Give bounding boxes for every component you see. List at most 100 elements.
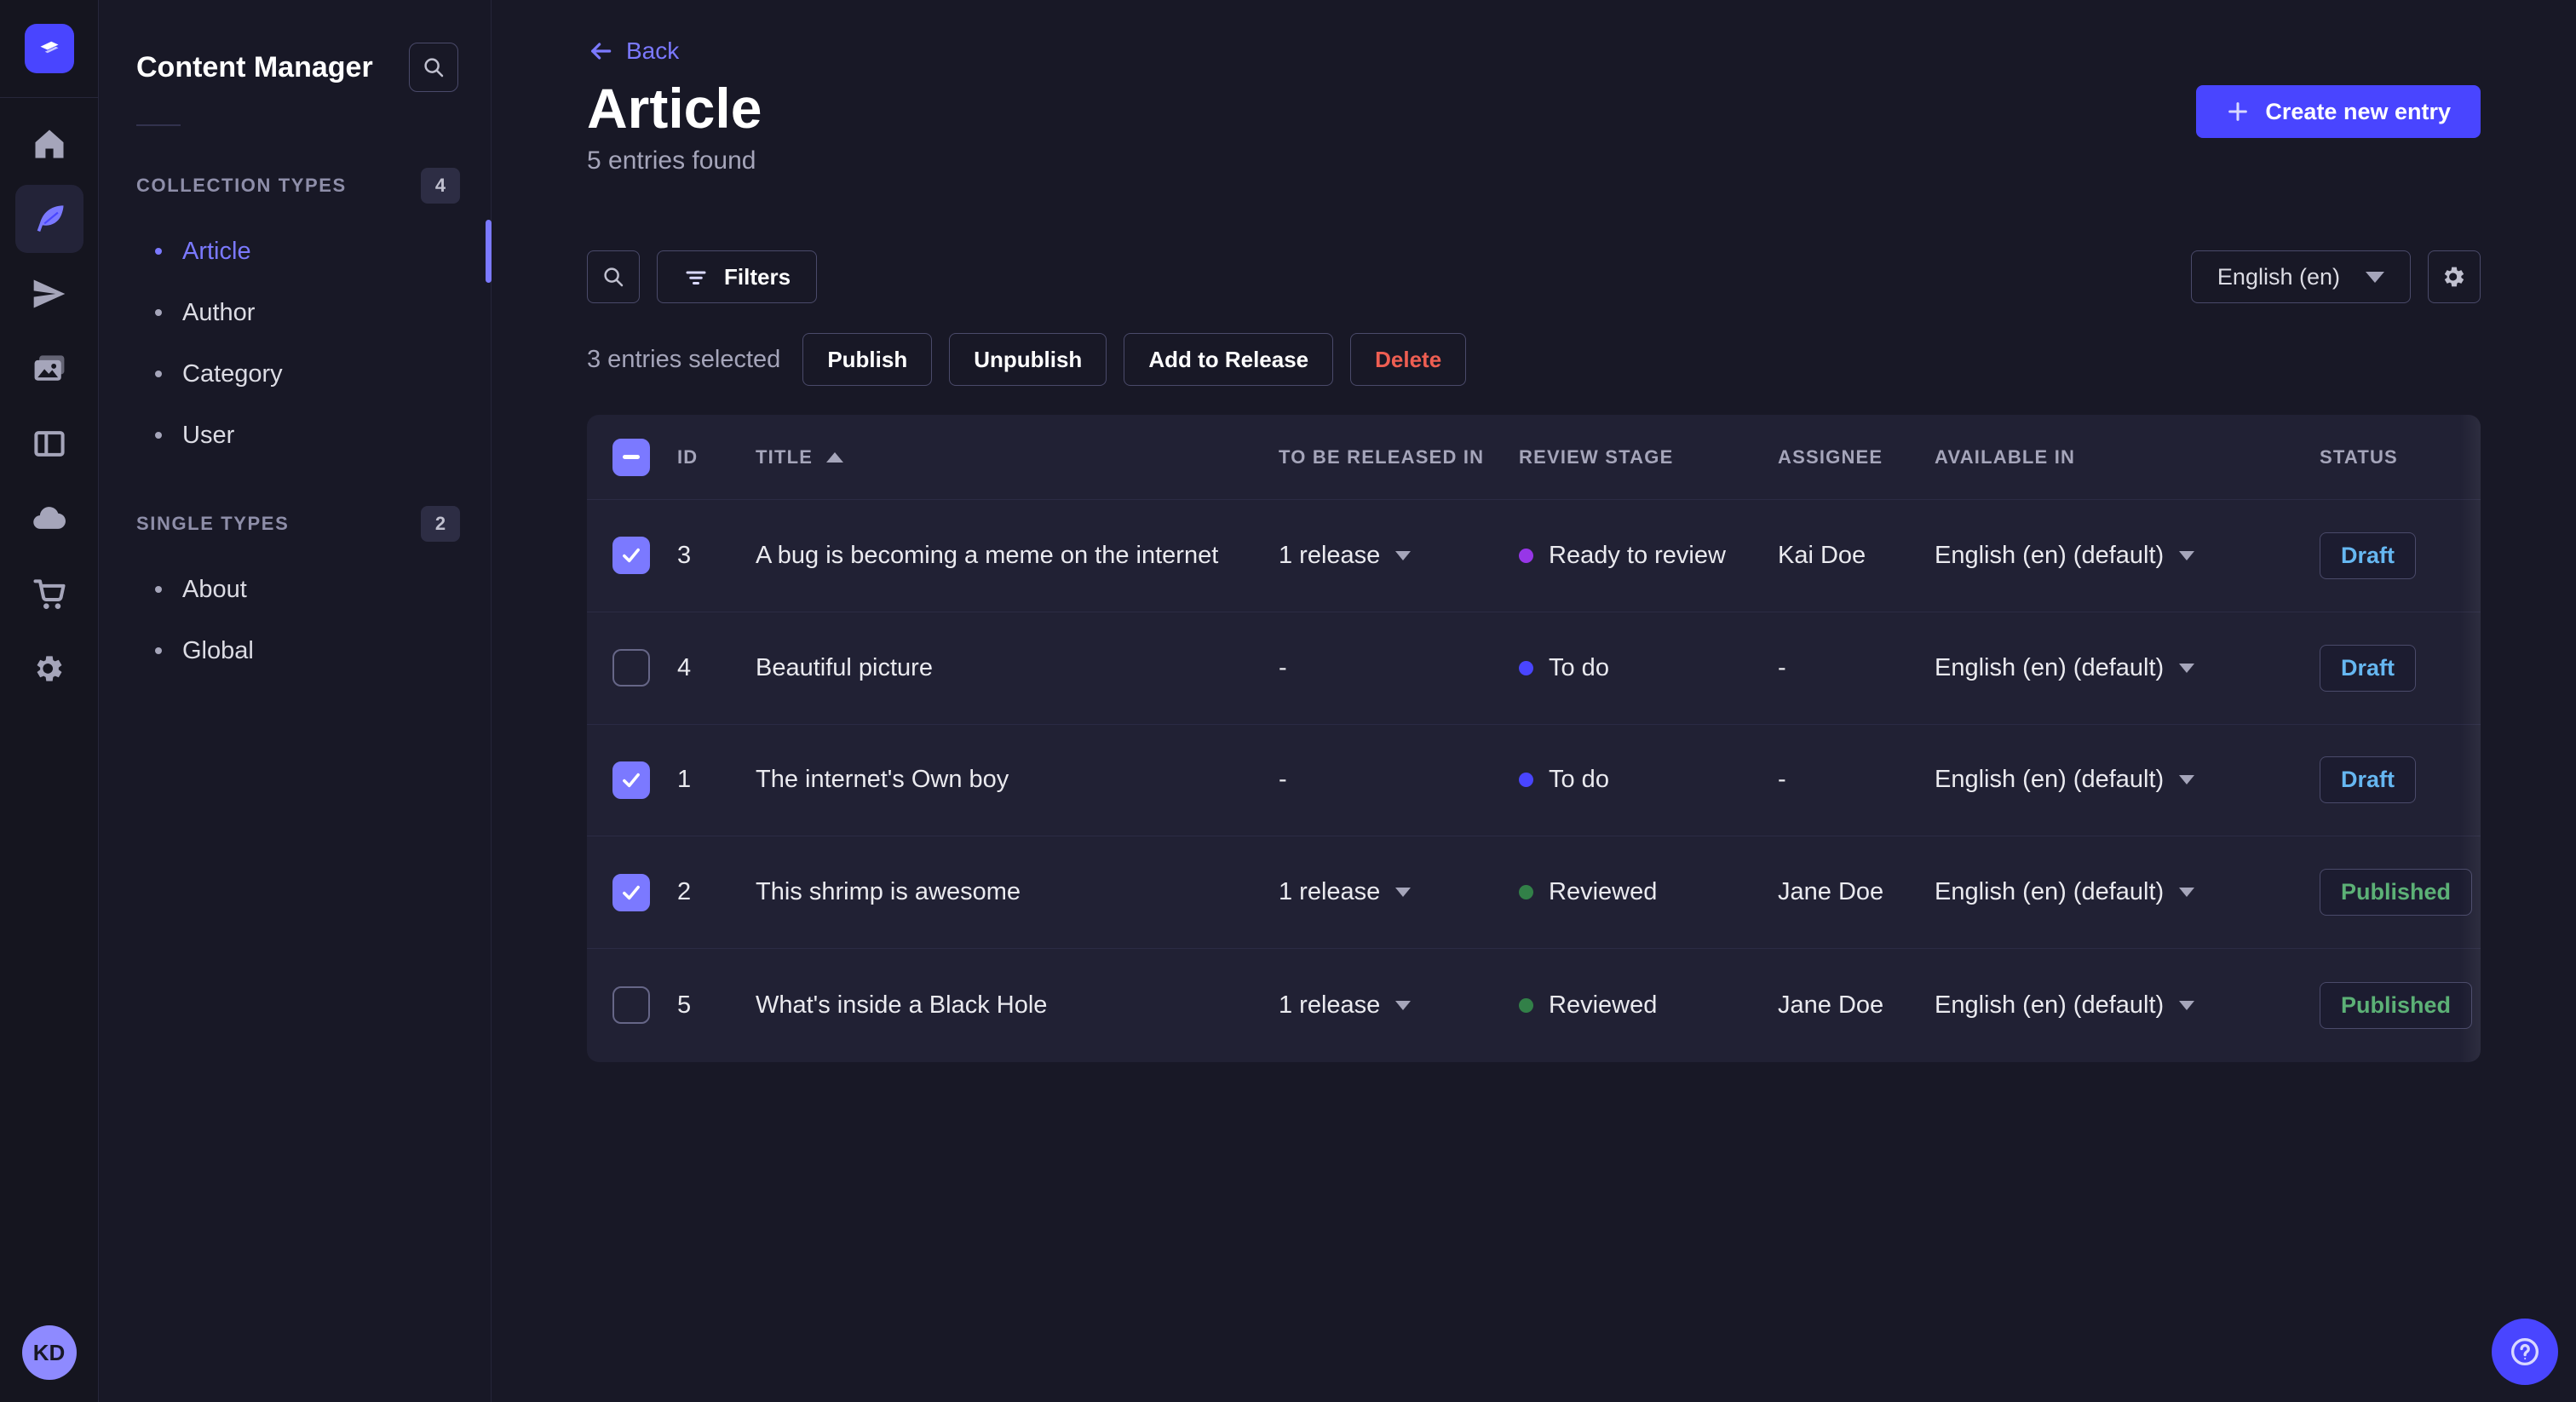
back-arrow-icon xyxy=(591,43,612,60)
plus-icon xyxy=(2228,102,2248,121)
sidebar-search-button[interactable] xyxy=(409,43,458,92)
single-types-label: SINGLE TYPES xyxy=(136,513,290,534)
publish-button[interactable]: Publish xyxy=(802,333,933,386)
column-header-release[interactable]: TO BE RELEASED IN xyxy=(1279,446,1519,468)
sidebar-nav-settings[interactable] xyxy=(15,635,83,703)
table-row[interactable]: 3 A bug is becoming a meme on the intern… xyxy=(587,500,2481,612)
list-toolbar: Filters English (en) xyxy=(587,250,2481,303)
row-checkbox[interactable] xyxy=(612,761,650,799)
cell-status: Published xyxy=(2320,981,2481,1029)
column-header-stage[interactable]: REVIEW STAGE xyxy=(1519,446,1778,468)
table-row[interactable]: 5 What's inside a Black Hole 1 release R… xyxy=(587,949,2481,1061)
locale-select[interactable]: English (en) xyxy=(2190,250,2411,303)
table-row[interactable]: 4 Beautiful picture - To do - English (e… xyxy=(587,612,2481,725)
chevron-down-icon xyxy=(1395,1000,1412,1010)
row-checkbox[interactable] xyxy=(612,873,650,911)
cell-available-in[interactable]: English (en) (default) xyxy=(1935,542,2320,570)
add-to-release-button[interactable]: Add to Release xyxy=(1124,333,1334,386)
select-all-checkbox[interactable] xyxy=(612,438,650,476)
table-row[interactable]: 2 This shrimp is awesome 1 release Revie… xyxy=(587,836,2481,950)
sidebar-nav-content-type-builder[interactable] xyxy=(15,410,83,478)
filters-label: Filters xyxy=(724,263,791,290)
sidebar-nav-releases[interactable] xyxy=(15,260,83,328)
sidebar-item-label: About xyxy=(182,575,247,603)
sidebar-item-author[interactable]: Author xyxy=(99,282,491,343)
question-mark-icon xyxy=(2510,1337,2539,1366)
cell-release[interactable]: 1 release xyxy=(1279,878,1519,906)
back-link[interactable]: Back xyxy=(587,37,679,65)
delete-button[interactable]: Delete xyxy=(1350,333,1467,386)
row-checkbox[interactable] xyxy=(612,986,650,1025)
cell-review-stage: Reviewed xyxy=(1519,991,1778,1020)
cell-available-in[interactable]: English (en) (default) xyxy=(1935,766,2320,794)
chevron-down-icon xyxy=(2179,663,2195,673)
app-rail: KD xyxy=(0,0,99,1402)
sidebar-nav-home[interactable] xyxy=(15,110,83,178)
column-header-title[interactable]: TITLE xyxy=(756,446,1279,468)
cell-title: This shrimp is awesome xyxy=(756,878,1021,906)
cell-release[interactable]: 1 release xyxy=(1279,542,1519,570)
cell-id: 5 xyxy=(677,991,692,1019)
column-header-id[interactable]: ID xyxy=(677,446,756,468)
cell-title: What's inside a Black Hole xyxy=(756,991,1048,1019)
indeterminate-dash-icon xyxy=(623,455,640,459)
strapi-logo[interactable] xyxy=(24,24,74,73)
strapi-logo-icon xyxy=(40,41,58,54)
help-button[interactable] xyxy=(2492,1319,2558,1385)
cell-available-in[interactable]: English (en) (default) xyxy=(1935,878,2320,906)
entries-selected-text: 3 entries selected xyxy=(587,345,781,373)
table-body: 3 A bug is becoming a meme on the intern… xyxy=(587,500,2481,1061)
column-header-status[interactable]: STATUS xyxy=(2320,446,2481,468)
feather-icon xyxy=(37,205,63,233)
unpublish-button[interactable]: Unpublish xyxy=(949,333,1107,386)
sidebar-nav-cloud[interactable] xyxy=(15,485,83,553)
column-header-assignee[interactable]: ASSIGNEE xyxy=(1778,446,1935,468)
sidebar-item-about[interactable]: About xyxy=(99,559,491,620)
table-row[interactable]: 1 The internet's Own boy - To do - Engli… xyxy=(587,725,2481,837)
active-indicator xyxy=(486,220,492,283)
stage-dot-icon xyxy=(1519,997,1533,1013)
bullet-icon xyxy=(155,647,162,654)
cell-review-stage: Ready to review xyxy=(1519,542,1778,570)
cell-status: Published xyxy=(2320,869,2481,916)
sidebar-item-user[interactable]: User xyxy=(99,405,491,466)
create-new-entry-label: Create new entry xyxy=(2265,98,2451,124)
home-icon xyxy=(35,129,63,158)
cell-review-stage: To do xyxy=(1519,654,1778,682)
stage-dot-icon xyxy=(1519,660,1533,675)
sidebar-item-article[interactable]: Article xyxy=(99,220,492,283)
cell-release[interactable]: - xyxy=(1279,766,1519,794)
table-search-button[interactable] xyxy=(587,250,640,303)
cell-available-in[interactable]: English (en) (default) xyxy=(1935,654,2320,682)
column-header-available[interactable]: AVAILABLE IN xyxy=(1935,446,2320,468)
sidebar-nav-content-manager[interactable] xyxy=(14,185,83,253)
paper-plane-icon xyxy=(33,279,65,308)
content-builder-icon xyxy=(33,431,65,457)
stage-dot-icon xyxy=(1519,773,1533,788)
entries-found-text: 5 entries found xyxy=(587,147,756,175)
page-title: Article xyxy=(587,77,762,140)
sidebar-nav-media-library[interactable] xyxy=(15,335,83,403)
view-settings-button[interactable] xyxy=(2428,250,2481,303)
sidebar-item-global[interactable]: Global xyxy=(99,620,491,681)
cell-review-stage: Reviewed xyxy=(1519,878,1778,906)
cell-release[interactable]: 1 release xyxy=(1279,991,1519,1020)
sidebar-item-label: Author xyxy=(182,298,256,326)
media-library-icon xyxy=(34,355,64,381)
chevron-down-icon xyxy=(2366,271,2384,283)
settings-gear-icon xyxy=(37,656,61,681)
cell-available-in[interactable]: English (en) (default) xyxy=(1935,991,2320,1020)
create-new-entry-button[interactable]: Create new entry xyxy=(2196,85,2481,138)
filters-button[interactable]: Filters xyxy=(657,250,818,303)
user-avatar[interactable]: KD xyxy=(21,1325,77,1380)
bullet-icon xyxy=(155,248,162,255)
cell-status: Draft xyxy=(2320,756,2481,804)
sidebar-nav-marketplace[interactable] xyxy=(15,560,83,628)
single-types-section: SINGLE TYPES 2 About Global xyxy=(99,505,491,681)
cell-release[interactable]: - xyxy=(1279,654,1519,682)
content-manager-sidebar: Content Manager COLLECTION TYPES 4 Artic… xyxy=(99,0,492,1402)
chevron-down-icon xyxy=(2179,775,2195,785)
row-checkbox[interactable] xyxy=(612,537,650,575)
sidebar-item-category[interactable]: Category xyxy=(99,343,491,405)
row-checkbox[interactable] xyxy=(612,649,650,687)
